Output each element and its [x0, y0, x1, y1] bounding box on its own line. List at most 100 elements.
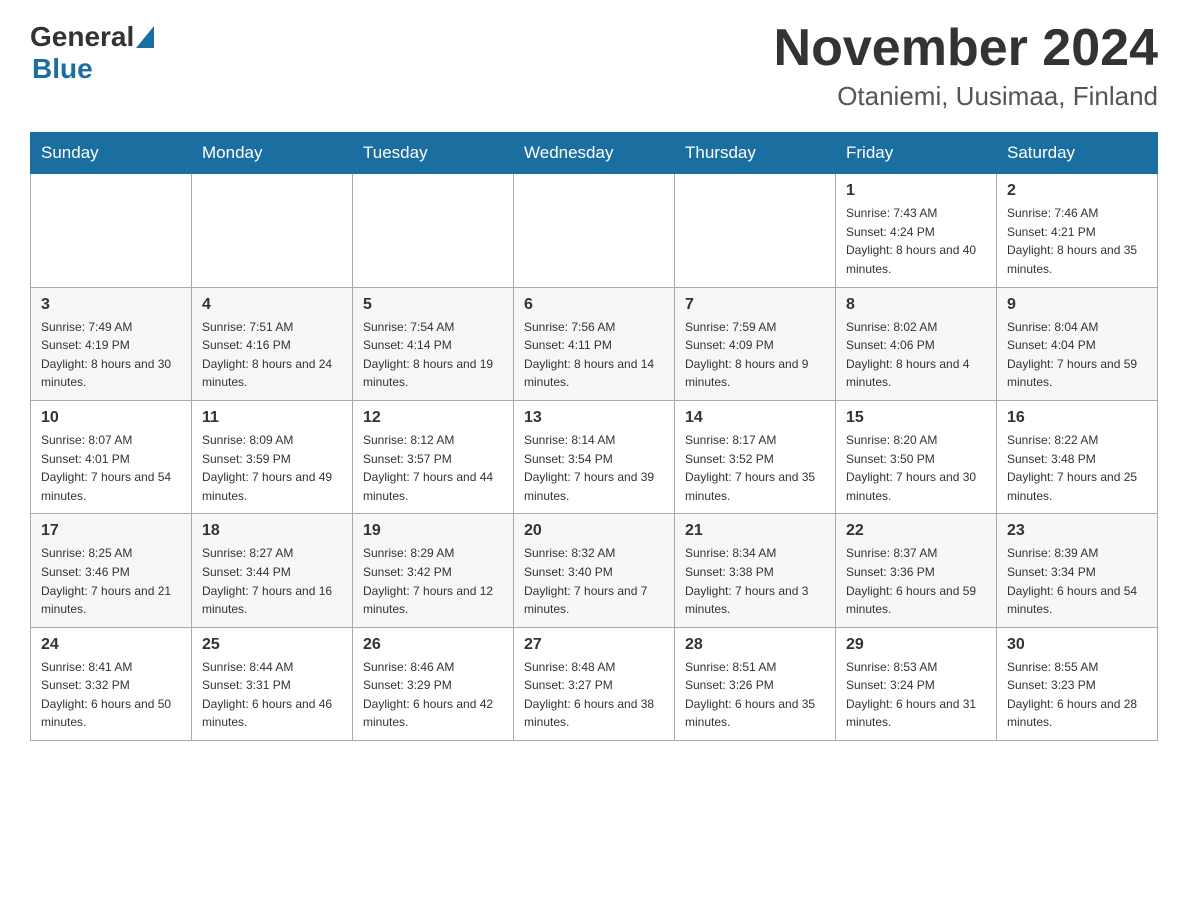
- calendar-cell: 12 Sunrise: 8:12 AMSunset: 3:57 PMDayligh…: [353, 400, 514, 513]
- day-number: 11: [202, 409, 342, 427]
- day-number: 22: [846, 522, 986, 540]
- calendar-header-row: Sunday Monday Tuesday Wednesday Thursday…: [31, 133, 1158, 174]
- day-info: Sunrise: 7:54 AMSunset: 4:14 PMDaylight:…: [363, 320, 493, 390]
- calendar-cell: 23Sunrise: 8:39 AMSunset: 3:34 PMDayligh…: [997, 514, 1158, 627]
- calendar-cell: 16Sunrise: 8:22 AMSunset: 3:48 PMDayligh…: [997, 400, 1158, 513]
- title-block: November 2024 Otaniemi, Uusimaa, Finland: [774, 20, 1158, 112]
- day-number: 1: [846, 182, 986, 200]
- day-info: Sunrise: 7:49 AMSunset: 4:19 PMDaylight:…: [41, 320, 171, 390]
- location-title: Otaniemi, Uusimaa, Finland: [774, 81, 1158, 112]
- calendar-cell: 21 Sunrise: 8:34 AMSunset: 3:38 PMDayligh…: [675, 514, 836, 627]
- day-number: 28: [685, 636, 825, 654]
- calendar-week-2: 3 Sunrise: 7:49 AMSunset: 4:19 PMDaylight…: [31, 287, 1158, 400]
- day-info: Sunrise: 8:09 AMSunset: 3:59 PMDaylight:…: [202, 433, 332, 503]
- calendar-cell: 18Sunrise: 8:27 AMSunset: 3:44 PMDayligh…: [192, 514, 353, 627]
- logo-triangle-icon: [136, 26, 154, 48]
- calendar-table: Sunday Monday Tuesday Wednesday Thursday…: [30, 132, 1158, 741]
- day-info: Sunrise: 8:32 AMSunset: 3:40 PMDaylight:…: [524, 546, 647, 616]
- calendar-cell: 28Sunrise: 8:51 AMSunset: 3:26 PMDayligh…: [675, 627, 836, 740]
- day-number: 27: [524, 636, 664, 654]
- calendar-cell: 3 Sunrise: 7:49 AMSunset: 4:19 PMDaylight…: [31, 287, 192, 400]
- day-info: Sunrise: 8:46 AMSunset: 3:29 PMDaylight:…: [363, 660, 493, 730]
- day-number: 20: [524, 522, 664, 540]
- day-number: 4: [202, 296, 342, 314]
- day-number: 2: [1007, 182, 1147, 200]
- day-info: Sunrise: 8:34 AMSunset: 3:38 PMDaylight:…: [685, 546, 808, 616]
- header-monday: Monday: [192, 133, 353, 174]
- day-number: 3: [41, 296, 181, 314]
- calendar-cell: 15 Sunrise: 8:20 AMSunset: 3:50 PMDayligh…: [836, 400, 997, 513]
- day-info: Sunrise: 8:44 AMSunset: 3:31 PMDaylight:…: [202, 660, 332, 730]
- calendar-week-3: 10Sunrise: 8:07 AMSunset: 4:01 PMDayligh…: [31, 400, 1158, 513]
- calendar-week-4: 17Sunrise: 8:25 AMSunset: 3:46 PMDayligh…: [31, 514, 1158, 627]
- day-number: 14: [685, 409, 825, 427]
- header-tuesday: Tuesday: [353, 133, 514, 174]
- day-info: Sunrise: 8:29 AMSunset: 3:42 PMDaylight:…: [363, 546, 493, 616]
- day-number: 5: [363, 296, 503, 314]
- calendar-cell: [353, 174, 514, 287]
- day-number: 26: [363, 636, 503, 654]
- calendar-cell: 10Sunrise: 8:07 AMSunset: 4:01 PMDayligh…: [31, 400, 192, 513]
- day-number: 24: [41, 636, 181, 654]
- calendar-week-1: 1Sunrise: 7:43 AMSunset: 4:24 PMDaylight…: [31, 174, 1158, 287]
- day-info: Sunrise: 8:48 AMSunset: 3:27 PMDaylight:…: [524, 660, 654, 730]
- month-title: November 2024: [774, 20, 1158, 77]
- day-number: 21: [685, 522, 825, 540]
- day-number: 23: [1007, 522, 1147, 540]
- calendar-cell: 30 Sunrise: 8:55 AMSunset: 3:23 PMDayligh…: [997, 627, 1158, 740]
- day-info: Sunrise: 8:53 AMSunset: 3:24 PMDaylight:…: [846, 660, 976, 730]
- day-info: Sunrise: 7:59 AMSunset: 4:09 PMDaylight:…: [685, 320, 808, 390]
- day-info: Sunrise: 8:04 AMSunset: 4:04 PMDaylight:…: [1007, 320, 1137, 390]
- day-info: Sunrise: 8:14 AMSunset: 3:54 PMDaylight:…: [524, 433, 654, 503]
- day-info: Sunrise: 8:22 AMSunset: 3:48 PMDaylight:…: [1007, 433, 1137, 503]
- day-number: 17: [41, 522, 181, 540]
- calendar-cell: 29 Sunrise: 8:53 AMSunset: 3:24 PMDayligh…: [836, 627, 997, 740]
- header-sunday: Sunday: [31, 133, 192, 174]
- calendar-cell: 20 Sunrise: 8:32 AMSunset: 3:40 PMDayligh…: [514, 514, 675, 627]
- header-friday: Friday: [836, 133, 997, 174]
- calendar-cell: [31, 174, 192, 287]
- page-header: General Blue November 2024 Otaniemi, Uus…: [30, 20, 1158, 112]
- calendar-cell: [192, 174, 353, 287]
- day-number: 29: [846, 636, 986, 654]
- calendar-cell: 24Sunrise: 8:41 AMSunset: 3:32 PMDayligh…: [31, 627, 192, 740]
- calendar-cell: 25 Sunrise: 8:44 AMSunset: 3:31 PMDayligh…: [192, 627, 353, 740]
- calendar-cell: 6 Sunrise: 7:56 AMSunset: 4:11 PMDaylight…: [514, 287, 675, 400]
- day-number: 8: [846, 296, 986, 314]
- logo-general: General: [30, 21, 134, 53]
- calendar-cell: 26 Sunrise: 8:46 AMSunset: 3:29 PMDayligh…: [353, 627, 514, 740]
- header-saturday: Saturday: [997, 133, 1158, 174]
- day-info: Sunrise: 7:51 AMSunset: 4:16 PMDaylight:…: [202, 320, 332, 390]
- day-info: Sunrise: 8:37 AMSunset: 3:36 PMDaylight:…: [846, 546, 976, 616]
- calendar-cell: [675, 174, 836, 287]
- day-number: 6: [524, 296, 664, 314]
- day-number: 25: [202, 636, 342, 654]
- calendar-cell: 4 Sunrise: 7:51 AMSunset: 4:16 PMDaylight…: [192, 287, 353, 400]
- calendar-week-5: 24Sunrise: 8:41 AMSunset: 3:32 PMDayligh…: [31, 627, 1158, 740]
- day-number: 9: [1007, 296, 1147, 314]
- calendar-cell: 17Sunrise: 8:25 AMSunset: 3:46 PMDayligh…: [31, 514, 192, 627]
- calendar-cell: 14 Sunrise: 8:17 AMSunset: 3:52 PMDayligh…: [675, 400, 836, 513]
- calendar-cell: 7Sunrise: 7:59 AMSunset: 4:09 PMDaylight…: [675, 287, 836, 400]
- calendar-cell: 5 Sunrise: 7:54 AMSunset: 4:14 PMDaylight…: [353, 287, 514, 400]
- logo-blue-text: Blue: [32, 53, 93, 85]
- day-number: 19: [363, 522, 503, 540]
- day-info: Sunrise: 8:12 AMSunset: 3:57 PMDaylight:…: [363, 433, 493, 503]
- day-number: 13: [524, 409, 664, 427]
- day-info: Sunrise: 7:56 AMSunset: 4:11 PMDaylight:…: [524, 320, 654, 390]
- day-number: 15: [846, 409, 986, 427]
- day-info: Sunrise: 8:55 AMSunset: 3:23 PMDaylight:…: [1007, 660, 1137, 730]
- calendar-cell: 13 Sunrise: 8:14 AMSunset: 3:54 PMDayligh…: [514, 400, 675, 513]
- day-number: 18: [202, 522, 342, 540]
- header-thursday: Thursday: [675, 133, 836, 174]
- calendar-cell: 2 Sunrise: 7:46 AMSunset: 4:21 PMDaylight…: [997, 174, 1158, 287]
- calendar-cell: 1Sunrise: 7:43 AMSunset: 4:24 PMDaylight…: [836, 174, 997, 287]
- day-info: Sunrise: 8:17 AMSunset: 3:52 PMDaylight:…: [685, 433, 815, 503]
- day-number: 12: [363, 409, 503, 427]
- day-info: Sunrise: 8:20 AMSunset: 3:50 PMDaylight:…: [846, 433, 976, 503]
- day-number: 10: [41, 409, 181, 427]
- calendar-cell: 19 Sunrise: 8:29 AMSunset: 3:42 PMDayligh…: [353, 514, 514, 627]
- day-info: Sunrise: 7:46 AMSunset: 4:21 PMDaylight:…: [1007, 206, 1137, 276]
- day-number: 30: [1007, 636, 1147, 654]
- calendar-cell: 8Sunrise: 8:02 AMSunset: 4:06 PMDaylight…: [836, 287, 997, 400]
